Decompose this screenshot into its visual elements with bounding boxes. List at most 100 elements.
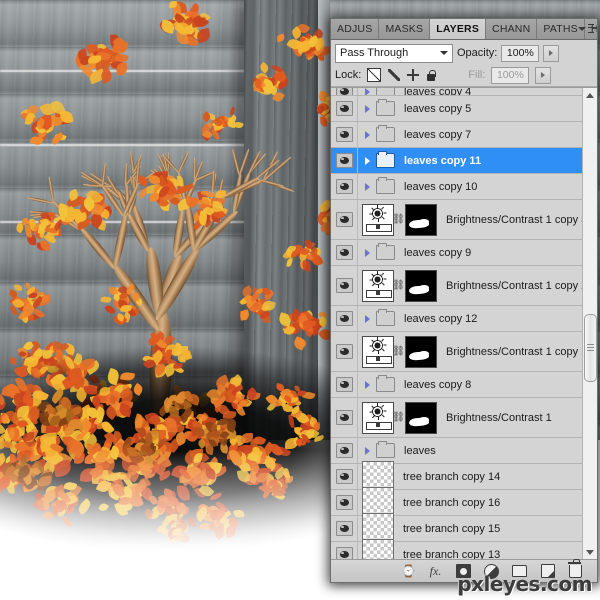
layer-style-fx-icon[interactable]: fx. xyxy=(428,564,443,579)
scrollbar-grip-icon xyxy=(587,344,594,352)
layer-row[interactable]: leaves copy 5 xyxy=(331,96,583,122)
layer-visibility-toggle[interactable] xyxy=(331,122,358,147)
layer-visibility-toggle[interactable] xyxy=(331,306,358,331)
brightness-contrast-icon[interactable] xyxy=(362,335,394,368)
eye-icon xyxy=(335,495,353,510)
tab-masks[interactable]: MASKS xyxy=(379,19,431,39)
layer-mask-thumbnail[interactable] xyxy=(405,401,437,434)
mask-link-icon[interactable]: ⛓ xyxy=(392,412,405,423)
group-expand-triangle-icon[interactable] xyxy=(361,182,374,191)
blend-mode-select[interactable]: Pass Through xyxy=(335,43,453,63)
opacity-input[interactable]: 100% xyxy=(501,44,540,62)
chevron-down-icon xyxy=(578,26,586,31)
layer-row[interactable]: ⛓ Brightness/Contrast 1 xyxy=(331,398,583,438)
scroll-down-arrow-icon[interactable] xyxy=(583,545,596,559)
layer-row[interactable]: leaves copy 9 xyxy=(331,240,583,266)
panel-menu-icon[interactable] xyxy=(578,22,597,35)
group-expand-triangle-icon[interactable] xyxy=(361,104,374,113)
layer-name: tree branch copy 16 xyxy=(403,496,501,509)
scrollbar-thumb[interactable] xyxy=(584,314,597,382)
lock-row[interactable]: Lock: Fill: 100% xyxy=(331,64,597,87)
layer-row[interactable]: ⛓ Brightness/Contrast 1 copy 2 xyxy=(331,266,583,306)
layer-visibility-toggle[interactable] xyxy=(331,542,358,559)
layer-name: tree branch copy 13 xyxy=(403,548,501,560)
layer-name: Brightness/Contrast 1 copy 3 xyxy=(446,213,583,226)
brightness-contrast-icon[interactable] xyxy=(362,401,394,434)
eye-icon xyxy=(335,547,353,559)
tab-channels[interactable]: CHANN xyxy=(486,19,538,39)
fill-label: Fill: xyxy=(468,69,486,81)
lock-transparent-pixels-icon[interactable] xyxy=(367,68,382,82)
layer-name: tree branch copy 15 xyxy=(403,522,501,535)
layer-visibility-toggle[interactable] xyxy=(331,332,358,371)
lock-all-icon[interactable] xyxy=(426,69,436,81)
link-layers-icon[interactable]: ⌚ xyxy=(400,564,416,579)
layer-visibility-toggle[interactable] xyxy=(331,174,358,199)
photoshop-layers-panel[interactable]: ADJUSMASKSLAYERSCHANNPATHSHISTOR Pass Th… xyxy=(330,18,598,583)
layer-row[interactable]: leaves copy 8 xyxy=(331,372,583,398)
layer-row[interactable]: leaves copy 7 xyxy=(331,122,583,148)
tab-layers[interactable]: LAYERS xyxy=(430,19,487,39)
layer-visibility-toggle[interactable] xyxy=(331,200,358,239)
layer-visibility-toggle[interactable] xyxy=(331,266,358,305)
eye-icon xyxy=(335,469,353,484)
group-expand-triangle-icon[interactable] xyxy=(361,156,374,165)
layer-row[interactable]: leaves copy 11 xyxy=(331,148,583,174)
layer-name: leaves copy 12 xyxy=(404,312,478,325)
opacity-stepper[interactable] xyxy=(543,44,560,62)
blend-mode-row[interactable]: Pass Through Opacity: 100% xyxy=(331,40,597,64)
group-expand-triangle-icon[interactable] xyxy=(361,314,374,323)
group-expand-triangle-icon[interactable] xyxy=(361,380,374,389)
eye-icon xyxy=(335,101,353,116)
layer-list[interactable]: leaves copy 4 leaves copy 5 leaves copy 7 l… xyxy=(331,87,597,559)
mask-link-icon[interactable]: ⛓ xyxy=(392,280,405,291)
folder-icon xyxy=(376,88,395,95)
brightness-contrast-icon[interactable] xyxy=(362,203,394,236)
layer-thumbnail[interactable] xyxy=(362,538,394,559)
folder-icon xyxy=(376,99,395,116)
mask-link-icon[interactable]: ⛓ xyxy=(392,214,405,225)
leaf xyxy=(302,260,310,272)
folder-icon xyxy=(376,375,395,392)
blend-mode-value: Pass Through xyxy=(340,47,409,59)
brightness-contrast-icon[interactable] xyxy=(362,269,394,302)
panel-tab-bar[interactable]: ADJUSMASKSLAYERSCHANNPATHSHISTOR xyxy=(331,19,597,40)
layer-mask-thumbnail[interactable] xyxy=(405,335,437,368)
layer-row[interactable]: tree branch copy 13 xyxy=(331,538,583,560)
layer-mask-thumbnail[interactable] xyxy=(405,203,437,236)
folder-icon xyxy=(376,309,395,326)
lock-position-icon[interactable] xyxy=(407,69,420,81)
layer-visibility-toggle[interactable] xyxy=(331,464,358,489)
group-expand-triangle-icon[interactable] xyxy=(361,130,374,139)
scroll-up-arrow-icon[interactable] xyxy=(583,88,596,102)
layer-name: leaves copy 10 xyxy=(404,180,478,193)
layer-visibility-toggle[interactable] xyxy=(331,148,358,173)
layer-row[interactable]: leaves copy 12 xyxy=(331,306,583,332)
tab-adjustments[interactable]: ADJUS xyxy=(331,19,380,39)
eye-icon xyxy=(335,410,353,425)
fill-stepper[interactable] xyxy=(535,66,552,84)
layer-visibility-toggle[interactable] xyxy=(331,240,358,265)
layer-visibility-toggle[interactable] xyxy=(331,490,358,515)
layer-mask-thumbnail[interactable] xyxy=(405,269,437,302)
lock-label: Lock: xyxy=(335,69,362,81)
layer-row[interactable]: leaves copy 10 xyxy=(331,174,583,200)
layer-visibility-toggle[interactable] xyxy=(331,88,358,95)
layer-row[interactable]: ⛓ Brightness/Contrast 1 copy 3 xyxy=(331,200,583,240)
layer-visibility-toggle[interactable] xyxy=(331,516,358,541)
group-expand-triangle-icon[interactable] xyxy=(361,248,374,257)
layers-scrollbar[interactable] xyxy=(582,88,597,559)
layer-visibility-toggle[interactable] xyxy=(331,372,358,397)
layer-visibility-toggle[interactable] xyxy=(331,398,358,437)
group-expand-triangle-icon[interactable] xyxy=(361,446,374,455)
layer-visibility-toggle[interactable] xyxy=(331,438,358,463)
layer-row[interactable]: leaves copy 4 xyxy=(331,88,583,96)
lock-image-pixels-icon[interactable] xyxy=(388,69,401,81)
layer-name: tree branch copy 14 xyxy=(403,470,501,483)
layer-visibility-toggle[interactable] xyxy=(331,96,358,121)
group-expand-triangle-icon[interactable] xyxy=(361,88,374,95)
fill-input[interactable]: 100% xyxy=(491,66,530,84)
mask-link-icon[interactable]: ⛓ xyxy=(392,346,405,357)
opacity-label: Opacity: xyxy=(457,47,498,59)
layer-row[interactable]: ⛓ Brightness/Contrast 1 copy xyxy=(331,332,583,372)
